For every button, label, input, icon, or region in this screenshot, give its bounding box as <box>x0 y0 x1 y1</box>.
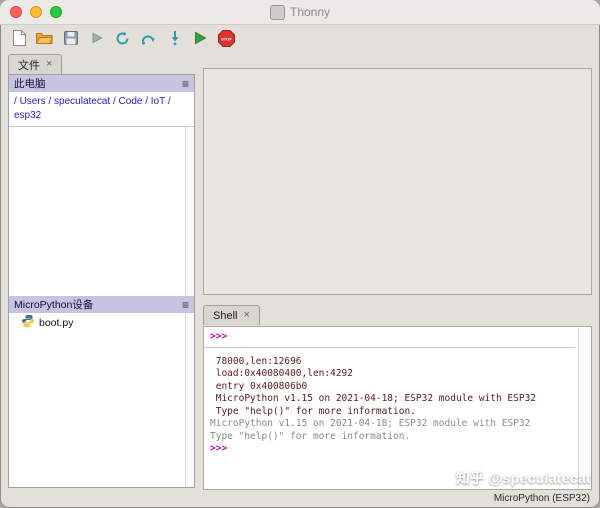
tab-close-icon[interactable]: × <box>46 59 52 70</box>
path-separator: / <box>14 96 17 107</box>
shell-output[interactable]: >>> 78000,len:12696 load:0x40080400,len:… <box>203 326 592 490</box>
scrollbar[interactable] <box>578 328 590 488</box>
device-file-row[interactable]: boot.py <box>9 313 194 332</box>
path-segment[interactable]: Code <box>119 96 143 107</box>
shell-prompt: >>> <box>210 443 575 456</box>
menu-icon[interactable]: ≡ <box>182 77 189 91</box>
shell-lines: >>> 78000,len:12696 load:0x40080400,len:… <box>210 331 575 456</box>
shell-output-line: MicroPython v1.15 on 2021-04-18; ESP32 m… <box>210 418 575 431</box>
tab-shell[interactable]: Shell × <box>203 305 260 325</box>
step-into-icon[interactable] <box>165 29 184 48</box>
path-separator: / <box>145 96 148 107</box>
path-segment[interactable]: IoT <box>151 96 165 107</box>
shell-output-line: 78000,len:12696 <box>210 356 575 369</box>
tab-files[interactable]: 文件 × <box>8 54 62 74</box>
files-tabrow: 文件 × <box>8 54 62 74</box>
python-file-icon <box>22 315 34 330</box>
shell-output-line: MicroPython v1.15 on 2021-04-18; ESP32 m… <box>210 393 575 406</box>
path-segment[interactable]: esp32 <box>14 110 41 121</box>
window-title: Thonny <box>290 5 330 19</box>
local-files-title: 此电脑 <box>14 76 46 91</box>
zoom-button[interactable] <box>50 6 62 18</box>
new-file-icon[interactable] <box>9 29 28 48</box>
shell-output-line: load:0x40080400,len:4292 <box>210 368 575 381</box>
backend-status[interactable]: MicroPython (ESP32) <box>494 493 590 504</box>
path-breadcrumb: / Users / speculatecat / Code / IoT / es… <box>9 92 194 127</box>
shell-tabrow: Shell × <box>203 305 260 326</box>
device-files-header: MicroPython设备 ≡ <box>9 296 194 313</box>
save-file-icon[interactable] <box>61 29 80 48</box>
traffic-lights <box>10 6 62 18</box>
titlebar-center: Thonny <box>0 0 600 24</box>
shell-block-separator <box>204 347 575 348</box>
thonny-app-icon <box>270 5 285 20</box>
resume-icon[interactable] <box>191 29 210 48</box>
open-file-icon[interactable] <box>35 29 54 48</box>
svg-text:STOP: STOP <box>221 36 232 41</box>
thonny-window: Thonny STOP 文件 × 此电脑 ≡ / Users / specula… <box>0 0 600 508</box>
minimize-button[interactable] <box>30 6 42 18</box>
shell-output-line: Type "help()" for more information. <box>210 431 575 444</box>
tab-close-icon[interactable]: × <box>243 310 249 321</box>
statusbar: MicroPython (ESP32) <box>0 489 600 508</box>
step-over-icon[interactable] <box>139 29 158 48</box>
path-separator: / <box>168 96 171 107</box>
shell-output-line: entry 0x400806b0 <box>210 381 575 394</box>
editor-area <box>203 68 592 295</box>
stop-icon[interactable]: STOP <box>217 29 236 48</box>
shell-output-line: Type "help()" for more information. <box>210 406 575 419</box>
path-separator: / <box>48 96 51 107</box>
toolbar: STOP <box>0 25 600 51</box>
path-segment[interactable]: speculatecat <box>54 96 110 107</box>
shell-prompt: >>> <box>210 331 575 344</box>
debug-script-icon[interactable] <box>113 29 132 48</box>
tab-files-label: 文件 <box>18 57 40 73</box>
path-separator: / <box>113 96 116 107</box>
device-file-list[interactable]: boot.py <box>9 313 194 487</box>
run-script-icon[interactable] <box>87 29 106 48</box>
device-files-title: MicroPython设备 <box>14 297 93 312</box>
titlebar: Thonny <box>0 0 600 25</box>
local-file-list[interactable] <box>9 127 194 296</box>
scrollbar[interactable] <box>185 127 194 296</box>
files-panel: 此电脑 ≡ / Users / speculatecat / Code / Io… <box>8 74 195 488</box>
tab-shell-label: Shell <box>213 310 237 322</box>
local-files-header: 此电脑 ≡ <box>9 75 194 92</box>
path-segment[interactable]: Users <box>20 96 46 107</box>
menu-icon[interactable]: ≡ <box>182 298 189 312</box>
close-button[interactable] <box>10 6 22 18</box>
scrollbar[interactable] <box>185 313 194 487</box>
file-name: boot.py <box>39 317 73 329</box>
